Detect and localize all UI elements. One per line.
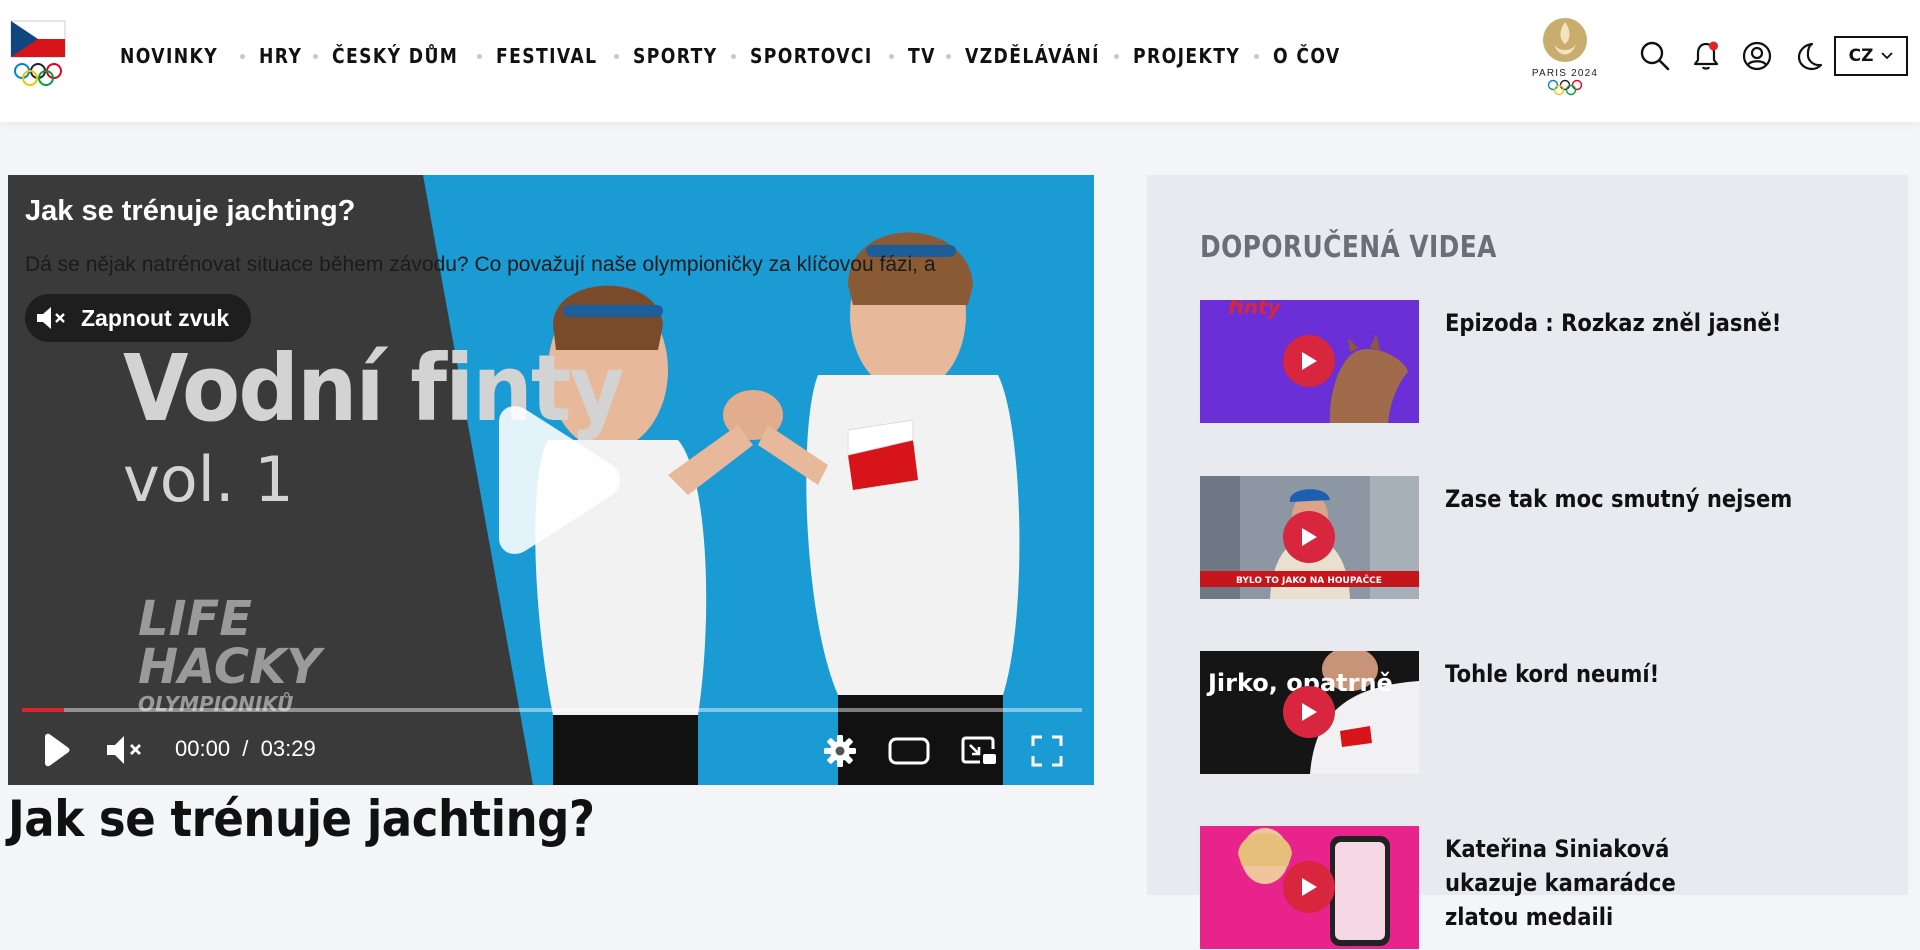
recommended-heading: DOPORUČENÁ VIDEA xyxy=(1200,230,1497,265)
nav-item-sporty[interactable]: SPORTY xyxy=(633,44,718,68)
nav-separator xyxy=(731,53,737,59)
unmute-label: Zapnout zvuk xyxy=(81,304,230,331)
language-label: CZ xyxy=(1848,46,1874,66)
play-button-icon[interactable] xyxy=(1283,335,1335,387)
user-icon[interactable] xyxy=(1741,40,1773,72)
video-title: Kateřina Siniaková ukazuje kamarádce zla… xyxy=(1445,835,1676,931)
video-title: Epizoda : Rozkaz zněl jasně! xyxy=(1445,309,1782,337)
nav-item-o-cov[interactable]: O ČOV xyxy=(1273,44,1341,68)
nav-item-projekty[interactable]: PROJEKTY xyxy=(1133,44,1240,68)
duration: 03:29 xyxy=(260,736,316,761)
player-title: Jak se trénuje jachting? xyxy=(25,195,356,227)
chevron-down-icon xyxy=(1881,52,1894,60)
picture-in-picture-icon[interactable] xyxy=(960,734,998,768)
search-icon[interactable] xyxy=(1639,40,1671,72)
fullscreen-icon[interactable] xyxy=(1030,734,1064,768)
language-selector[interactable]: CZ xyxy=(1834,36,1908,76)
nav-separator xyxy=(1114,53,1120,59)
nav-separator xyxy=(240,53,246,59)
time-separator: / xyxy=(242,736,249,761)
thumbnail-caption: BYLO TO JAKO NA HOUPAČCE xyxy=(1236,574,1382,586)
article-title: Jak se trénuje jachting? xyxy=(8,790,595,848)
nav-separator xyxy=(477,53,483,59)
nav-separator xyxy=(614,53,620,59)
life-hacky-logo: LIFE HACKY OLYMPIONIKŮ xyxy=(138,595,321,717)
thumbnail-subheading: vol. 1 xyxy=(123,443,294,516)
recommended-video-item[interactable]: Kateřina Siniaková ukazuje kamarádce zla… xyxy=(1200,826,1880,950)
play-button-icon[interactable] xyxy=(1283,861,1335,913)
nav-item-sportovci[interactable]: SPORTOVCI xyxy=(750,44,873,68)
theater-mode-icon[interactable] xyxy=(888,735,930,767)
current-time: 00:00 xyxy=(175,736,231,761)
play-button-icon[interactable] xyxy=(1283,511,1335,563)
video-player[interactable]: Jak se trénuje jachting? Dá se nějak nat… xyxy=(8,175,1094,785)
nav-item-hry[interactable]: HRY xyxy=(259,44,302,68)
main-nav: NOVINKY HRY ČESKÝ DŮM FESTIVAL SPORTY SP… xyxy=(120,40,1352,72)
progress-fill xyxy=(22,708,65,712)
nav-item-tv[interactable]: TV xyxy=(908,44,936,68)
notification-dot xyxy=(1709,41,1718,51)
moon-icon[interactable] xyxy=(1792,40,1824,72)
nav-separator xyxy=(1253,53,1259,59)
nav-separator xyxy=(313,53,319,59)
nav-separator xyxy=(946,53,952,59)
recommended-videos-panel: DOPORUČENÁ VIDEA finty Epizoda : Rozkaz … xyxy=(1147,175,1908,949)
recommended-video-item[interactable]: BYLO TO JAKO NA HOUPAČCE Zase tak moc sm… xyxy=(1200,476,1880,600)
thumbnail-caption: finty xyxy=(1228,300,1282,319)
big-play-icon[interactable] xyxy=(481,400,631,560)
volume-muted-icon[interactable] xyxy=(104,733,148,767)
time-display: 00:00 / 03:29 xyxy=(175,736,316,762)
player-description: Dá se nějak natrénovat situace během záv… xyxy=(25,253,936,276)
recommended-video-item[interactable]: Jirko, opatrně Tohle kord neumí! xyxy=(1200,651,1880,775)
nav-item-vzdelavani[interactable]: VZDĚLÁVÁNÍ xyxy=(965,44,1100,68)
nav-item-cesky-dum[interactable]: ČESKÝ DŮM xyxy=(332,44,458,68)
speaker-muted-icon xyxy=(37,307,65,329)
progress-bar[interactable] xyxy=(22,708,1082,712)
nav-separator xyxy=(889,53,895,59)
play-button-icon[interactable] xyxy=(1283,686,1335,738)
settings-gear-icon[interactable] xyxy=(823,734,857,768)
paris-logo-text: PARIS 2024 xyxy=(1532,68,1598,79)
bell-icon[interactable] xyxy=(1690,40,1722,72)
video-title: Tohle kord neumí! xyxy=(1445,660,1660,688)
site-header: NOVINKY HRY ČESKÝ DŮM FESTIVAL SPORTY SP… xyxy=(0,0,1920,122)
nav-item-novinky[interactable]: NOVINKY xyxy=(120,44,218,68)
play-icon[interactable] xyxy=(40,733,72,767)
life-hacky-line2: HACKY xyxy=(138,639,322,695)
life-hacky-line1: LIFE xyxy=(138,591,253,647)
paris-2024-logo[interactable]: PARIS 2024 xyxy=(1524,14,1606,98)
czech-olympic-logo[interactable] xyxy=(10,20,66,92)
nav-item-festival[interactable]: FESTIVAL xyxy=(496,44,597,68)
recommended-video-item[interactable]: finty Epizoda : Rozkaz zněl jasně! xyxy=(1200,300,1880,424)
video-title: Zase tak moc smutný nejsem xyxy=(1445,485,1793,513)
